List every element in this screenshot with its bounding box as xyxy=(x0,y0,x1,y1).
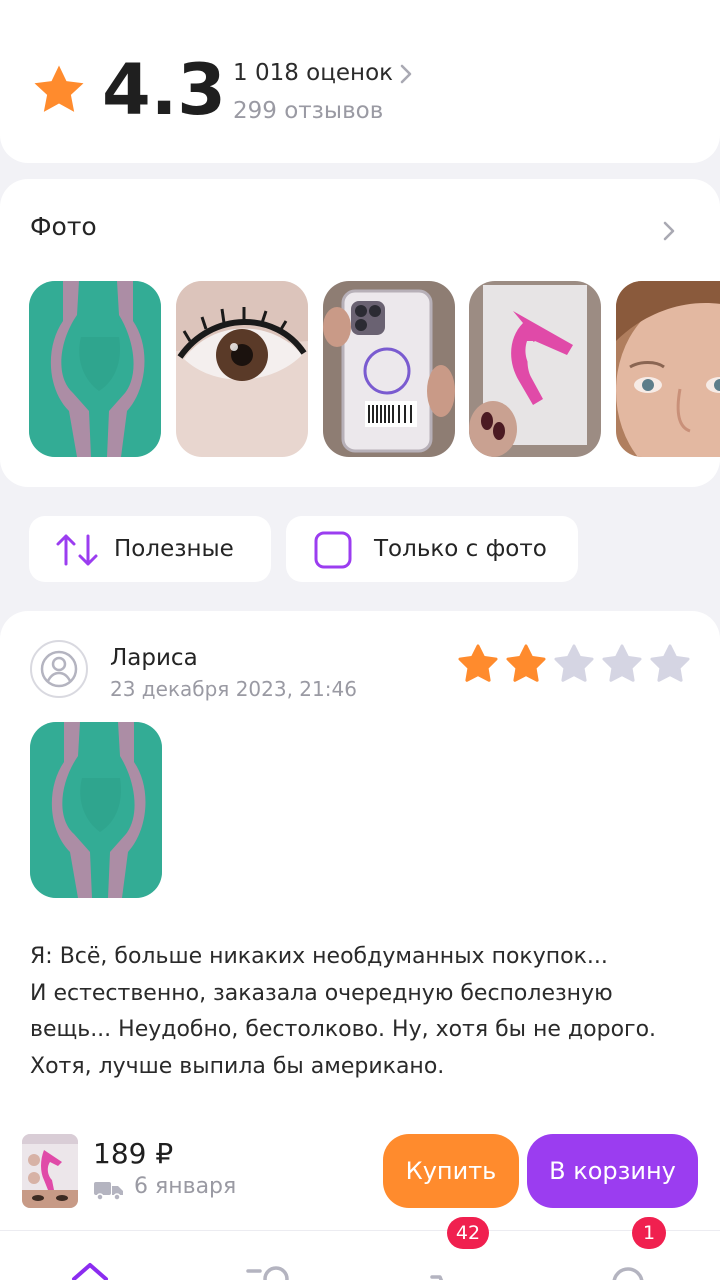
bottom-nav: 42 1 xyxy=(0,1217,720,1280)
chevron-right-icon[interactable] xyxy=(661,219,677,243)
catalog-icon[interactable] xyxy=(244,1257,292,1280)
profile-badge: 1 xyxy=(632,1217,666,1249)
photo-thumbnail[interactable] xyxy=(176,281,308,457)
delivery-date: 6 января xyxy=(134,1174,237,1199)
product-thumbnail[interactable] xyxy=(22,1134,78,1208)
star-filled-icon xyxy=(458,644,498,682)
photo-thumbnail[interactable] xyxy=(29,281,161,457)
star-empty-icon xyxy=(554,644,594,682)
review-rating-stars xyxy=(458,644,690,682)
rating-value: 4.3 xyxy=(102,49,227,131)
star-filled-icon xyxy=(506,644,546,682)
chevron-right-icon[interactable] xyxy=(398,62,414,86)
review-text: Я: Всё, больше никаких необдуманных поку… xyxy=(30,939,700,1085)
avatar xyxy=(30,640,88,698)
buy-button[interactable]: Купить xyxy=(383,1134,519,1208)
star-empty-icon xyxy=(650,644,690,682)
photo-thumbnail[interactable] xyxy=(616,281,720,457)
sort-arrows-icon xyxy=(56,534,98,566)
photo-thumbnail[interactable] xyxy=(469,281,601,457)
add-to-cart-button[interactable]: В корзину xyxy=(527,1134,698,1208)
price: 189 ₽ xyxy=(93,1137,174,1170)
photos-title[interactable]: Фото xyxy=(30,212,97,241)
cart-icon[interactable] xyxy=(428,1257,476,1280)
ratings-count[interactable]: 1 018 оценок xyxy=(233,60,393,86)
truck-icon xyxy=(94,1182,123,1200)
reviewer-name: Лариса xyxy=(110,645,198,671)
review-text-line: Хотя, лучше выпила бы американо. xyxy=(30,1053,445,1079)
star-icon xyxy=(34,65,84,112)
checkbox-icon xyxy=(314,531,352,569)
cart-badge: 42 xyxy=(447,1217,489,1249)
review-text-line: Я: Всё, больше никаких необдуманных поку… xyxy=(30,944,608,969)
sort-useful-button[interactable]: Полезные xyxy=(29,516,271,582)
photo-thumbnail[interactable] xyxy=(323,281,455,457)
reviews-count[interactable]: 299 отзывов xyxy=(233,98,383,124)
buy-bar: 189 ₽ 6 января Купить В корзину xyxy=(0,1110,720,1230)
sort-useful-label: Полезные xyxy=(114,536,234,562)
photos-section: Фото xyxy=(0,179,720,487)
review-photo[interactable] xyxy=(30,722,162,898)
review-text-line: И естественно, заказала очередную беспол… xyxy=(30,980,613,1006)
rating-summary[interactable]: 4.3 1 018 оценок 299 отзывов xyxy=(0,0,720,163)
star-empty-icon xyxy=(602,644,642,682)
only-photo-checkbox[interactable]: Только с фото xyxy=(286,516,578,582)
review-date: 23 декабря 2023, 21:46 xyxy=(110,677,357,701)
profile-icon[interactable] xyxy=(604,1257,652,1280)
review-card: Лариса 23 декабря 2023, 21:46 Я: Всё, бо… xyxy=(0,611,720,1131)
only-photo-label: Только с фото xyxy=(374,536,547,562)
user-icon xyxy=(40,650,78,688)
review-text-line: вещь... Неудобно, бестолково. Ну, хотя б… xyxy=(30,1017,657,1042)
home-icon[interactable] xyxy=(66,1257,114,1280)
